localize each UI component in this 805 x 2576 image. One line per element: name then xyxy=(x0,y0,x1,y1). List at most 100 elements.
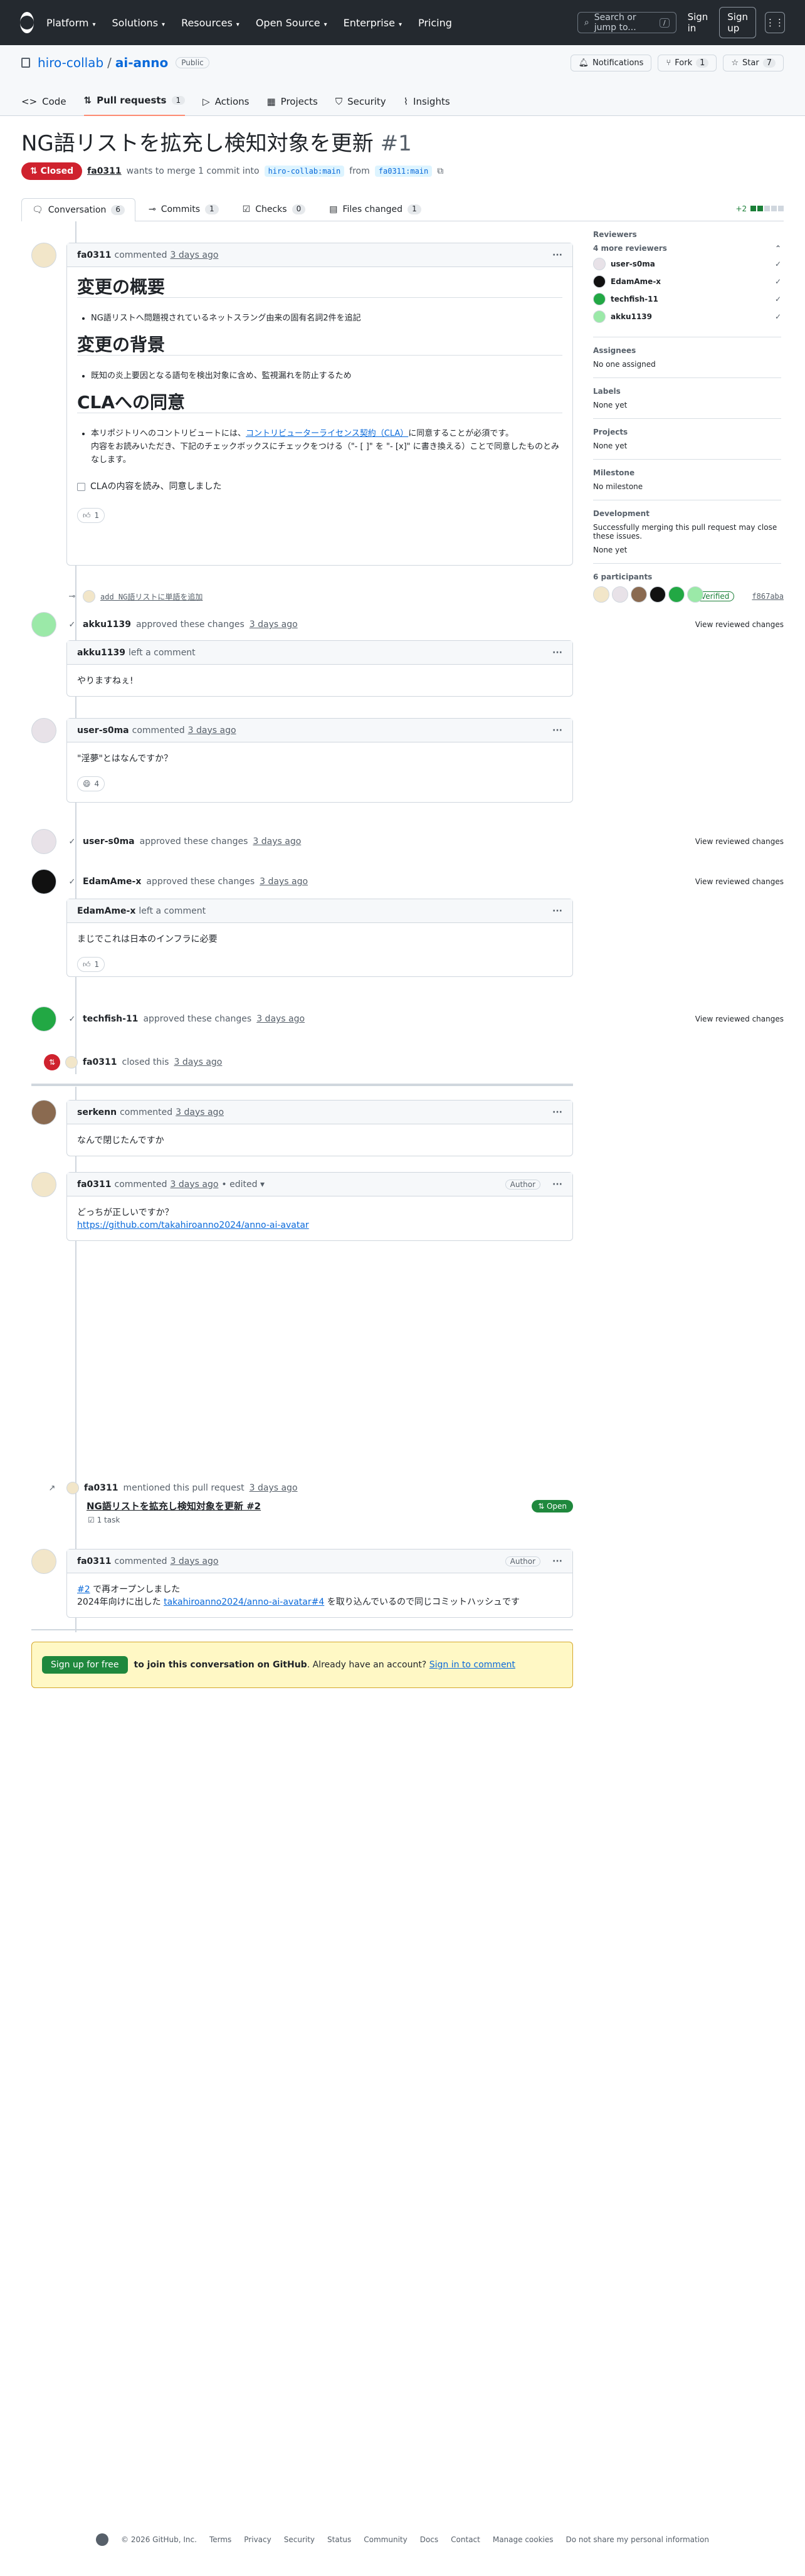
more-options-icon[interactable]: ··· xyxy=(552,250,562,260)
footer-contact[interactable]: Contact xyxy=(451,2535,480,2544)
footer-terms[interactable]: Terms xyxy=(209,2535,231,2544)
nav-pricing[interactable]: Pricing xyxy=(418,17,452,29)
pr-author-link[interactable]: fa0311 xyxy=(87,166,122,176)
avatar[interactable] xyxy=(31,1549,56,1574)
tab-actions[interactable]: ▷ Actions xyxy=(203,96,249,116)
view-reviewed-changes-link[interactable]: View reviewed changes xyxy=(695,1015,784,1023)
issue-ref-link[interactable]: takahiroanno2024/anno-ai-avatar#4 xyxy=(164,1597,324,1607)
nav-solutions[interactable]: Solutions ▾ xyxy=(112,17,166,29)
check-icon: ✓ xyxy=(774,260,781,268)
avatar[interactable] xyxy=(31,1172,56,1197)
nav-resources[interactable]: Resources ▾ xyxy=(181,17,239,29)
tab-security[interactable]: ⛉ Security xyxy=(335,96,386,116)
check-icon: ✓ xyxy=(68,877,76,887)
sign-in-link[interactable]: Sign in xyxy=(688,11,708,34)
sign-up-for-free-button[interactable]: Sign up for free xyxy=(42,1656,128,1674)
play-icon: ▷ xyxy=(203,96,210,107)
base-branch[interactable]: hiro-collab:main xyxy=(264,166,345,177)
tab-insights[interactable]: ⌇ Insights xyxy=(404,96,450,116)
commit-message-link[interactable]: add NG語リストに単語を追加 xyxy=(100,591,203,602)
author-badge: Author xyxy=(505,1179,541,1190)
avatar[interactable] xyxy=(31,869,56,894)
reviewer-item: techfish-11 ✓ xyxy=(593,293,781,305)
avatar[interactable] xyxy=(650,586,666,603)
comment-icon: 🗨︎ xyxy=(32,205,43,215)
tab-checks[interactable]: ☑ Checks 0 xyxy=(232,198,317,221)
footer-community[interactable]: Community xyxy=(364,2535,407,2544)
mentioned-pr-link[interactable]: NG語リストを拡充し検知対象を更新 #2 xyxy=(87,1499,261,1512)
view-reviewed-changes-link[interactable]: View reviewed changes xyxy=(695,837,784,846)
github-logo-icon[interactable] xyxy=(96,2533,108,2546)
fork-button[interactable]: ⑂ Fork 1 xyxy=(658,54,717,71)
avatar[interactable] xyxy=(31,243,56,268)
diffstat: +2 xyxy=(735,204,784,221)
sign-in-to-comment-link[interactable]: Sign in to comment xyxy=(429,1660,515,1670)
avatar[interactable] xyxy=(687,586,703,603)
more-options-icon[interactable]: ··· xyxy=(552,1107,562,1117)
copy-icon[interactable]: ⧉ xyxy=(437,166,443,176)
github-logo-icon[interactable] xyxy=(20,12,34,33)
avatar[interactable] xyxy=(668,586,685,603)
repo-owner-link[interactable]: hiro-collab xyxy=(38,55,103,70)
footer-privacy[interactable]: Privacy xyxy=(244,2535,271,2544)
edited-dropdown[interactable]: • edited ▾ xyxy=(221,1180,265,1190)
reaction-button[interactable]: 👍︎ 1 xyxy=(77,957,105,972)
search-input[interactable]: ⌕ Search or jump to... / xyxy=(577,12,676,33)
review-event: ✓ akku1139 approved these changes 3 days a… xyxy=(66,619,784,630)
tab-code[interactable]: <> Code xyxy=(21,96,66,116)
list-item: 既知の炎上要因となる語句を検出対象に含め、監視漏れを防止するため xyxy=(91,369,562,383)
nav-enterprise[interactable]: Enterprise ▾ xyxy=(344,17,402,29)
more-reviewers-toggle[interactable]: 4 more reviewers ⌃ xyxy=(593,244,781,253)
more-options-icon[interactable]: ··· xyxy=(552,726,562,736)
tab-pull-requests[interactable]: ⇅ Pull requests 1 xyxy=(83,95,186,116)
repo-name-link[interactable]: ai-anno xyxy=(115,55,168,70)
star-button[interactable]: ☆ Star 7 xyxy=(723,54,784,71)
menu-grid-icon[interactable]: ⋮⋮ xyxy=(765,12,785,33)
nav-platform[interactable]: Platform ▾ xyxy=(46,17,96,29)
view-reviewed-changes-link[interactable]: View reviewed changes xyxy=(695,620,784,629)
assignees-section: Assignees No one assigned xyxy=(593,337,781,378)
avatar[interactable] xyxy=(31,829,56,854)
head-branch[interactable]: fa0311:main xyxy=(374,166,433,177)
file-diff-icon: ▤ xyxy=(329,204,338,214)
reviewers-section: Reviewers 4 more reviewers ⌃ user-s0ma ✓ E… xyxy=(593,221,781,337)
section-heading: 変更の概要 xyxy=(77,278,562,298)
sign-up-button[interactable]: Sign up xyxy=(719,7,756,38)
tab-files-changed[interactable]: ▤ Files changed 1 xyxy=(318,198,431,221)
check-icon: ✓ xyxy=(774,312,781,321)
avatar[interactable] xyxy=(631,586,647,603)
tab-conversation[interactable]: 🗨︎ Conversation 6 xyxy=(21,198,135,221)
avatar[interactable] xyxy=(31,612,56,637)
reaction-button[interactable]: 👍︎ 1 xyxy=(77,508,105,523)
footer-security[interactable]: Security xyxy=(284,2535,315,2544)
reviewer-item: akku1139 ✓ xyxy=(593,310,781,323)
more-options-icon[interactable]: ··· xyxy=(552,1556,562,1566)
laugh-icon: 😄︎ xyxy=(83,779,91,788)
avatar xyxy=(65,1056,78,1069)
avatar[interactable] xyxy=(593,586,609,603)
footer-do-not-share[interactable]: Do not share my personal information xyxy=(566,2535,709,2544)
view-reviewed-changes-link[interactable]: View reviewed changes xyxy=(695,877,784,886)
more-options-icon[interactable]: ··· xyxy=(552,648,562,658)
footer-manage-cookies[interactable]: Manage cookies xyxy=(493,2535,554,2544)
avatar[interactable] xyxy=(612,586,628,603)
more-options-icon[interactable]: ··· xyxy=(552,1180,562,1190)
repo-link[interactable]: https://github.com/takahiroanno2024/anno… xyxy=(77,1220,309,1230)
footer-docs[interactable]: Docs xyxy=(420,2535,438,2544)
footer-status[interactable]: Status xyxy=(327,2535,351,2544)
tab-projects[interactable]: ▦ Projects xyxy=(266,96,317,116)
participants-section: 6 participants xyxy=(593,564,781,611)
tab-commits[interactable]: ⊸ Commits 1 xyxy=(138,198,229,221)
thumbs-up-icon: 👍︎ xyxy=(83,960,91,969)
avatar[interactable] xyxy=(31,1006,56,1032)
avatar[interactable] xyxy=(31,718,56,743)
reaction-button[interactable]: 😄︎ 4 xyxy=(77,776,105,791)
more-options-icon[interactable]: ··· xyxy=(552,906,562,916)
comment-box: fa0311 commented 3 days ago • edited ▾ Autho… xyxy=(66,1172,573,1241)
notifications-button[interactable]: 🔔︎ Notifications xyxy=(570,54,652,71)
cla-link[interactable]: コントリビューターライセンス契約（CLA） xyxy=(246,429,408,438)
nav-open-source[interactable]: Open Source ▾ xyxy=(256,17,327,29)
cla-checkbox[interactable]: CLAの内容を読み、同意しました xyxy=(77,480,562,493)
avatar[interactable] xyxy=(31,1100,56,1125)
pr-ref-link[interactable]: #2 xyxy=(77,1585,90,1595)
